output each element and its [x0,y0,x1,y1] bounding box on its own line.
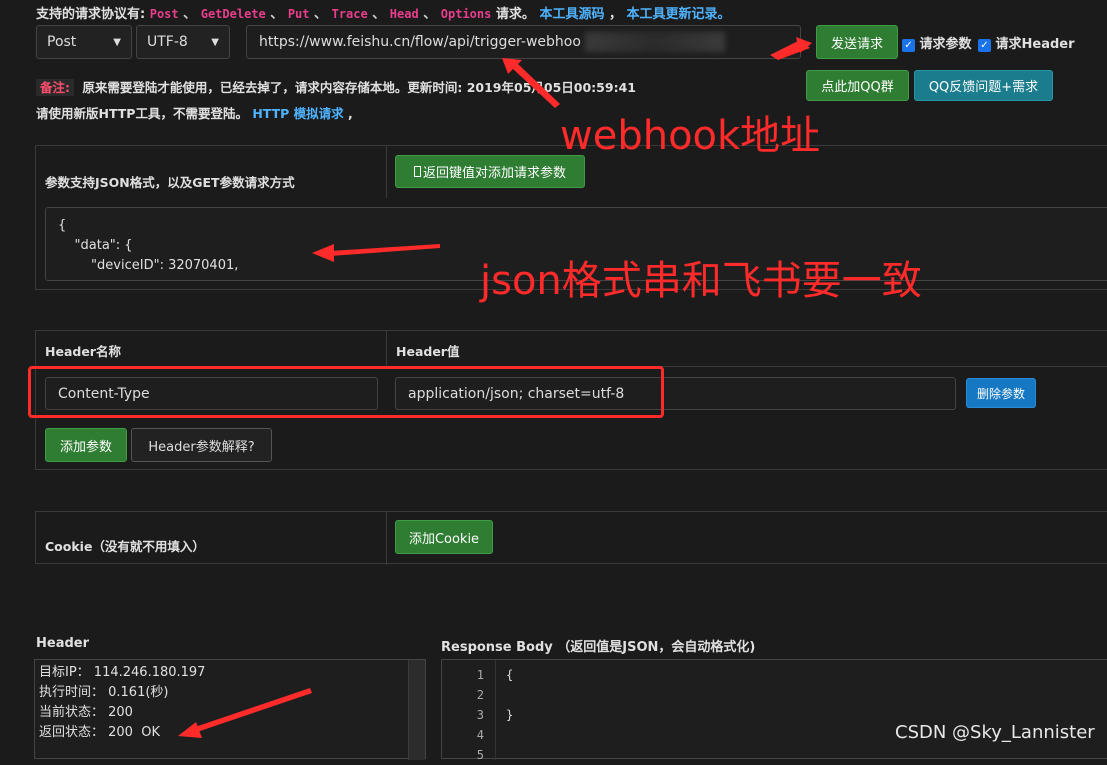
header-checkbox-group[interactable]: ✓ 请求Header [978,33,1075,52]
separator: 、 [183,7,197,22]
protocol-post: Post [149,7,179,21]
back-keyvalue-button[interactable]: 返回键值对添加请求参数 [395,155,585,188]
code-line: { [506,668,514,682]
cookie-divider [386,512,387,565]
method-value: Post [47,34,77,50]
header-highlight-box [28,366,664,418]
response-header-line: 执行时间： 0.161(秒) [39,685,169,700]
param-checkbox-group[interactable]: ✓ 请求参数 [902,33,972,52]
back-keyvalue-label: 返回键值对添加请求参数 [422,166,566,181]
method-select[interactable]: Post ▼ [36,25,132,59]
response-header-line: 目标IP： 114.246.180.197 [39,665,206,680]
response-header-title: Header [36,636,90,651]
separator: 、 [423,7,437,22]
header-checkbox-label: 请求Header [995,37,1075,52]
line-number: 3 [476,708,484,722]
delete-param-button[interactable]: 删除参数 [966,378,1036,408]
http-simulate-link[interactable]: HTTP 模拟请求 [252,106,343,121]
send-request-button[interactable]: 发送请求 [816,25,898,59]
gutter-divider [495,660,496,760]
line-number: 2 [476,688,484,702]
response-header-line: 返回状态： 200 OK [39,725,160,740]
protocols-line: 支持的请求协议有: Post 、 GetDelete 、 Put 、 Trace… [36,3,731,22]
join-qq-group-button[interactable]: 点此加QQ群 [806,70,909,101]
separator: 、 [314,7,328,22]
param-checkbox[interactable]: ✓ [902,39,915,52]
encoding-select[interactable]: UTF-8 ▼ [136,25,230,59]
add-cookie-button[interactable]: 添加Cookie [395,520,493,554]
param-checkbox-label: 请求参数 [919,37,972,52]
notice-tag: 备注: [36,79,74,96]
notice-text: 原来需要登陆才能使用，已经去掉了，请求内容存储本地。更新时间: 2019年05月… [82,80,636,95]
header-name-column: Header名称 [45,344,121,359]
response-body-title-line: Response Body （返回值是JSON，会自动格式化) [441,636,755,655]
line-number-gutter: 1 2 3 4 5 [442,665,494,765]
protocol-head: Head [389,7,419,21]
response-header-line: 当前状态： 200 [39,705,133,720]
header-explain-button[interactable]: Header参数解释? [131,428,272,462]
line-number: 1 [476,668,484,682]
protocol-options: Options [440,7,492,21]
url-input[interactable]: https://www.feishu.cn/flow/api/trigger-w… [246,25,801,59]
line-number: 4 [476,728,484,742]
square-icon [413,166,421,177]
separator: 、 [372,7,386,22]
webhook-annotation: webhook地址 [560,113,821,159]
changelog-link[interactable]: 本工具更新记录。 [627,7,731,22]
params-title: 参数支持JSON格式，以及GET参数请求方式 [45,175,295,190]
line-number: 5 [476,748,484,762]
header-col-divider [386,331,387,366]
url-blur-mask [584,32,725,52]
protocols-suffix: 请求。 [495,7,535,22]
protocols-label: 支持的请求协议有: [36,7,146,22]
response-body-title: Response Body [441,640,553,655]
cookie-title: Cookie（没有就不用填入） [45,539,205,554]
comma: ， [608,7,622,22]
protocol-trace: Trace [331,7,368,21]
response-header-box: 目标IP： 114.246.180.197 执行时间： 0.161(秒) 当前状… [34,659,426,760]
protocol-put: Put [287,7,310,21]
notice-line2-suffix: , [348,106,353,121]
protocol-getdelete: GetDelete [200,7,266,21]
notice-line2-prefix: 请使用新版HTTP工具，不需要登陆。 [36,106,248,121]
json-format-annotation: json格式串和飞书要一致 [480,258,922,304]
header-value-column: Header值 [396,344,460,359]
response-body-code: { } [506,665,513,765]
qq-feedback-button[interactable]: QQ反馈问题+需求 [914,70,1053,101]
response-body-editor[interactable]: 1 2 3 4 5 { } [441,659,1107,762]
watermark: CSDN @Sky_Lannister [895,722,1095,743]
notice-line-2: 请使用新版HTTP工具，不需要登陆。 HTTP 模拟请求 , [36,103,353,122]
code-line: } [506,708,514,722]
chevron-down-icon: ▼ [113,36,121,48]
params-divider [386,146,387,198]
arrow-to-url-head-icon [502,58,522,74]
add-param-button[interactable]: 添加参数 [45,428,127,462]
response-header-scrollbar[interactable] [408,660,425,760]
url-value: https://www.feishu.cn/flow/api/trigger-w… [259,34,581,50]
encoding-value: UTF-8 [147,34,188,50]
notice-line: 备注: 原来需要登陆才能使用，已经去掉了，请求内容存储本地。更新时间: 2019… [36,77,636,96]
response-body-subtitle: （返回值是JSON，会自动格式化) [557,640,756,655]
separator: 、 [270,7,284,22]
chevron-down-icon: ▼ [211,36,219,48]
source-link[interactable]: 本工具源码 [539,7,604,22]
json-line: { [58,218,67,233]
header-checkbox[interactable]: ✓ [978,39,991,52]
